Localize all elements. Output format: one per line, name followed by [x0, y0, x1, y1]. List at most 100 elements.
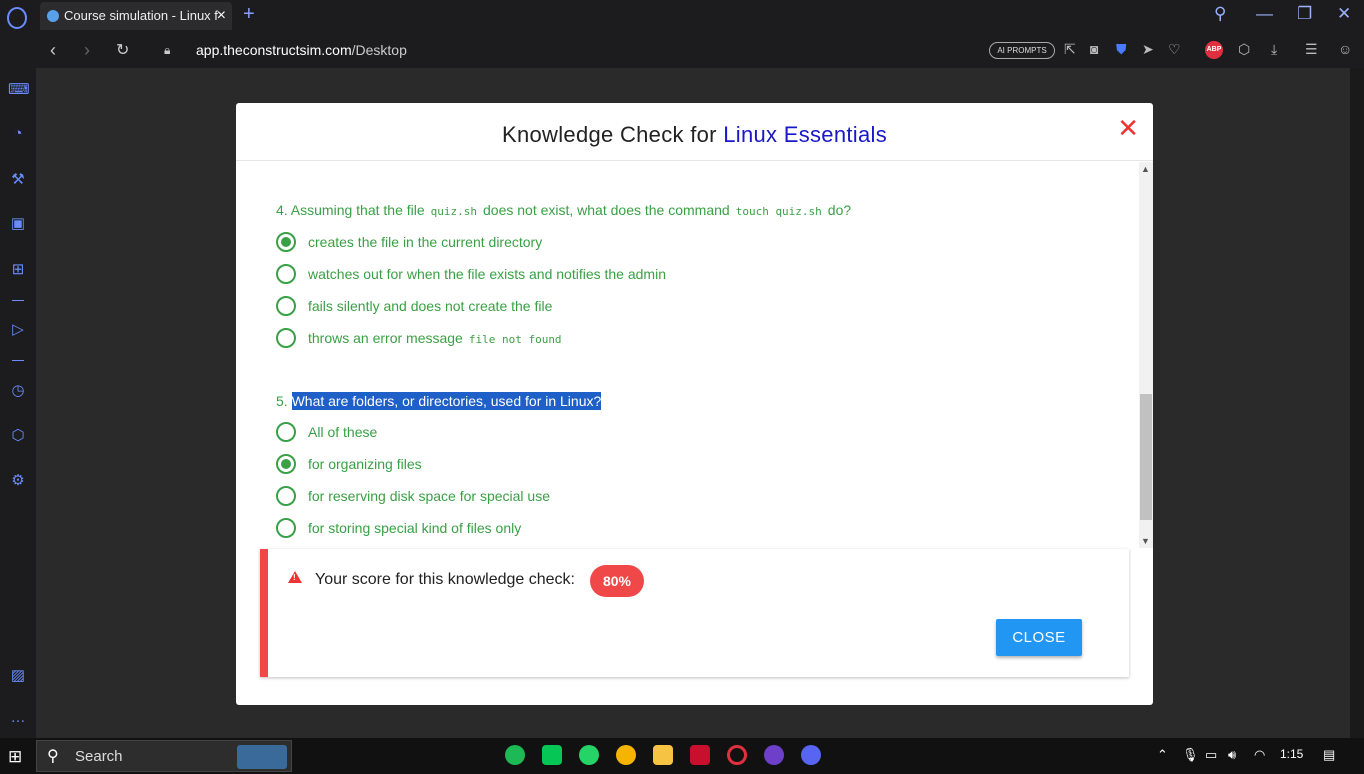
wifi-icon[interactable]: ◠	[1254, 747, 1265, 763]
speed-dial-icon[interactable]: ◔	[8, 124, 28, 144]
whatsapp-icon[interactable]	[579, 745, 599, 765]
modal-title-prefix: Knowledge Check for	[501, 122, 724, 147]
q4-option-label: fails silently and does not create the f…	[308, 298, 553, 314]
gear-icon[interactable]: ⚙	[8, 471, 28, 491]
notification-icon[interactable]: ▤	[1323, 747, 1335, 763]
url-domain: app.theconstructsim.com	[196, 42, 352, 58]
volume-icon[interactable]: 🔊︎	[1228, 747, 1236, 763]
spotify-icon[interactable]	[505, 745, 525, 765]
modal-title: Knowledge Check for Linux Essentials	[502, 122, 887, 148]
close-button[interactable]: CLOSE	[996, 619, 1082, 656]
line-icon[interactable]	[542, 745, 562, 765]
scroll-up-icon[interactable]: ▲	[1141, 164, 1150, 174]
score-badge: 80%	[590, 565, 644, 597]
download-icon[interactable]: ⤓	[1271, 41, 1277, 58]
adblock-icon[interactable]: ABP	[1205, 41, 1223, 59]
radio[interactable]	[276, 296, 296, 316]
radio[interactable]	[276, 328, 296, 348]
q4-text-a: 4. Assuming that the file	[276, 202, 425, 218]
question-4-text: 4. Assuming that the file quiz.sh does not…	[276, 202, 851, 218]
opera-icon[interactable]	[727, 745, 747, 765]
camera-icon[interactable]: ◙	[1090, 41, 1098, 57]
forward-icon[interactable]: ›	[84, 40, 90, 61]
quiz-body: 4. Assuming that the file quiz.sh does not…	[236, 162, 1153, 548]
share-icon[interactable]: ⇱	[1064, 41, 1076, 58]
mic-icon[interactable]: 🎙︎	[1182, 747, 1199, 763]
send-icon[interactable]: ➤	[1142, 41, 1154, 58]
minimize-icon[interactable]: —	[1256, 4, 1273, 24]
radio[interactable]	[276, 518, 296, 538]
q4-code-a: quiz.sh	[430, 205, 477, 218]
gallery-icon[interactable]: ▨	[8, 666, 28, 686]
discord-icon[interactable]	[801, 745, 821, 765]
q4-text-b: does not exist, what does the command	[483, 202, 730, 218]
lock-icon: 🔒︎	[164, 43, 171, 57]
chrome-icon[interactable]	[616, 745, 636, 765]
score-text: Your score for this knowledge check:	[315, 571, 575, 588]
radio-selected[interactable]	[276, 454, 296, 474]
close-icon[interactable]: ✕	[1117, 113, 1139, 144]
knowledge-check-modal: Knowledge Check for Linux Essentials ✕ 4…	[236, 103, 1153, 705]
app-icon[interactable]	[690, 745, 710, 765]
address-bar: ‹ › ↻ 🔒︎ app.theconstructsim.com/Desktop…	[0, 32, 1364, 68]
search-tabs-icon[interactable]: ⚲	[1214, 4, 1226, 24]
taskbar-search[interactable]: ⚲ Search	[36, 740, 292, 772]
q5-option-label: All of these	[308, 424, 378, 440]
close-window-icon[interactable]: ✕	[1337, 4, 1351, 24]
q4-option-label: watches out for when the file exists and…	[308, 266, 666, 282]
page-scrollbar[interactable]	[1350, 68, 1364, 738]
close-tab-icon[interactable]: ×	[217, 2, 226, 30]
url-field[interactable]: app.theconstructsim.com/Desktop	[196, 42, 407, 58]
cube-icon[interactable]: ⬡	[1238, 41, 1250, 58]
tab-bar: Course simulation - Linux f × + ⚲ — ❐ ✕	[0, 0, 1364, 32]
q4-code-b: touch quiz.sh	[735, 205, 822, 218]
heart-icon[interactable]: ♡	[1168, 41, 1181, 58]
score-panel: Your score for this knowledge check: 80%…	[260, 549, 1129, 677]
extension-icon[interactable]: ⊞	[8, 260, 28, 280]
q4-option-label: creates the file in the current director…	[308, 234, 543, 250]
sidebar-divider	[12, 300, 24, 301]
warning-icon	[288, 571, 302, 583]
search-icon: ⚲	[47, 748, 59, 765]
radio[interactable]	[276, 422, 296, 442]
windows-start-icon[interactable]: ⊞	[8, 747, 22, 767]
modal-scrollbar[interactable]: ▲ ▼	[1139, 162, 1153, 548]
q5-option-label: for storing special kind of files only	[308, 520, 522, 536]
clock[interactable]: 1:15	[1280, 747, 1303, 761]
search-highlight-icon	[237, 745, 287, 769]
shield-icon[interactable]: ⛊	[1116, 41, 1127, 58]
battery-icon[interactable]: ▭	[1205, 747, 1217, 763]
sidebar-divider	[12, 360, 24, 361]
github-icon[interactable]	[764, 745, 784, 765]
url-path: /Desktop	[351, 42, 407, 58]
ai-prompts-button[interactable]: AI PROMPTS	[989, 42, 1055, 59]
maximize-icon[interactable]: ❐	[1297, 4, 1312, 24]
scroll-thumb[interactable]	[1140, 394, 1152, 520]
file-explorer-icon[interactable]	[653, 745, 673, 765]
twitch-icon[interactable]: ▣	[8, 214, 28, 234]
q5-option-label: for organizing files	[308, 456, 422, 472]
scroll-down-icon[interactable]: ▼	[1141, 536, 1150, 546]
box-icon[interactable]: ⬡	[8, 426, 28, 446]
q5-text: What are folders, or directories, used f…	[291, 392, 602, 410]
settings-menu-icon[interactable]: ☰	[1305, 41, 1318, 58]
bag-icon[interactable]: ⚒	[8, 170, 28, 190]
back-icon[interactable]: ‹	[50, 40, 56, 61]
radio-selected[interactable]	[276, 232, 296, 252]
player-icon[interactable]: ▷	[8, 320, 28, 340]
tray-chevron-icon[interactable]: ⌃	[1157, 747, 1168, 763]
radio[interactable]	[276, 264, 296, 284]
more-icon[interactable]: …	[8, 708, 28, 728]
opera-logo-icon[interactable]	[7, 7, 27, 29]
profile-icon[interactable]: ☺	[1338, 41, 1352, 57]
new-tab-icon[interactable]: +	[243, 3, 255, 26]
q4-option-label: throws an error message file not found	[308, 327, 562, 351]
q5-option-label: for reserving disk space for special use	[308, 488, 550, 504]
browser-tab[interactable]: Course simulation - Linux f ×	[40, 2, 232, 30]
reload-icon[interactable]: ↻	[116, 40, 129, 60]
history-icon[interactable]: ◷	[8, 381, 28, 401]
gamepad-icon[interactable]: ⌨	[8, 80, 30, 100]
q5-number: 5.	[276, 393, 292, 409]
search-label: Search	[75, 748, 123, 765]
radio[interactable]	[276, 486, 296, 506]
